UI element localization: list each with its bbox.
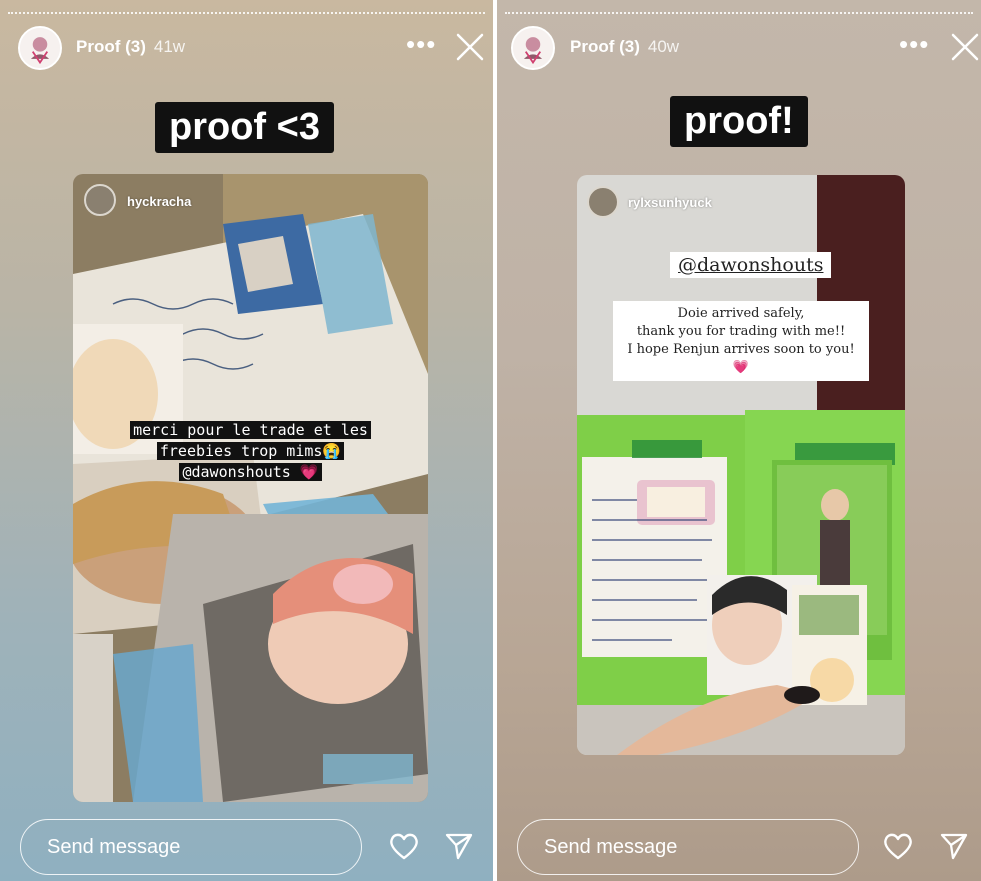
overlay-line: freebies trop mims😭 — [156, 442, 345, 460]
story-footer: Send message — [0, 811, 493, 881]
photo-user-avatar — [587, 186, 619, 218]
progress-bar — [505, 12, 973, 14]
more-icon[interactable]: ••• — [899, 31, 929, 57]
story-overlay-text: merci pour le trade et les freebies trop… — [73, 420, 428, 483]
photo-user-avatar — [84, 184, 116, 216]
story-username[interactable]: Proof (3) 40w — [570, 37, 679, 57]
overlay-line: @dawonshouts 💗 — [179, 463, 322, 481]
heart-icon[interactable] — [882, 831, 914, 861]
story-photo — [73, 174, 428, 802]
story-caption: proof! — [670, 96, 808, 147]
share-icon[interactable] — [939, 831, 969, 861]
share-icon[interactable] — [444, 831, 474, 861]
story-note: Doie arrived safely, thank you for tradi… — [613, 301, 869, 381]
heart-icon[interactable] — [388, 831, 420, 861]
progress-bar — [8, 12, 485, 14]
overlay-line: merci pour le trade et les — [130, 421, 371, 439]
photo-username: rylxsunhyuck — [628, 195, 712, 210]
avatar[interactable] — [18, 26, 62, 70]
note-line: I hope Renjun arrives soon to you! 💗 — [627, 342, 855, 375]
story-age: 41w — [153, 37, 186, 56]
story-panel[interactable]: Proof (3) 41w ••• proof <3 hyckracha mer… — [0, 0, 493, 881]
send-message-input[interactable]: Send message — [517, 819, 859, 875]
photo-username: hyckracha — [127, 194, 192, 209]
story-header: Proof (3) 40w ••• — [497, 24, 981, 72]
send-message-input[interactable]: Send message — [20, 819, 362, 875]
story-caption: proof <3 — [155, 102, 334, 153]
story-username[interactable]: Proof (3) 41w — [76, 37, 185, 57]
note-line: thank you for trading with me!! — [636, 324, 846, 339]
close-icon[interactable] — [455, 32, 485, 62]
more-icon[interactable]: ••• — [406, 31, 436, 57]
story-age: 40w — [647, 37, 680, 56]
close-icon[interactable] — [950, 32, 980, 62]
note-line: Doie arrived safely, — [677, 306, 805, 321]
story-panel[interactable]: Proof (3) 40w ••• proof! rylxsunhyuck @d… — [497, 0, 981, 881]
story-header: Proof (3) 41w ••• — [0, 24, 493, 72]
mention-tag[interactable]: @dawonshouts — [670, 252, 832, 278]
story-footer: Send message — [497, 811, 981, 881]
avatar[interactable] — [511, 26, 555, 70]
